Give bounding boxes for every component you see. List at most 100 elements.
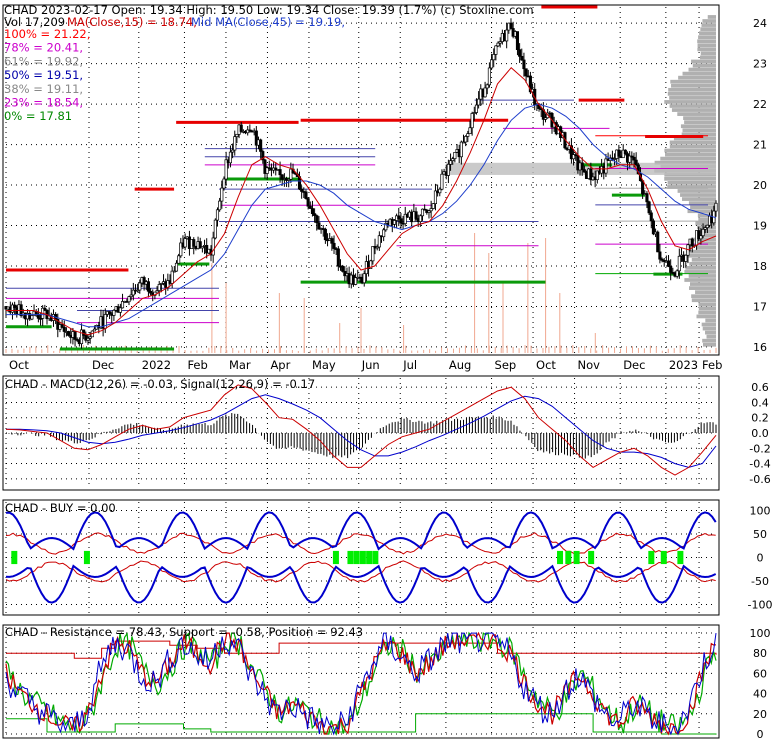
buy-marker [366,550,373,565]
buy-y-tick-label: -50 [751,575,769,588]
candle-body [82,329,86,336]
candle-body [233,136,237,151]
volume-profile-bar [697,43,716,48]
volume-profile-bar [682,71,716,76]
buy-marker [660,550,667,565]
volume-profile-bar [702,338,716,343]
buy-marker [347,550,354,565]
candle-body [466,133,470,137]
buy-marker [557,550,564,565]
x-axis-label: Nov [578,358,601,372]
candle-body [418,215,422,222]
candle-body [645,193,649,203]
candle-body [213,219,217,239]
volume-profile-bar [697,47,716,52]
buy-marker [353,550,360,565]
volume-profile-bar [671,83,716,88]
buy-marker [677,550,684,565]
candle-body [332,242,336,249]
x-axis-label: Jul [402,358,417,372]
volume-profile-bar [688,286,716,290]
candle-body [641,180,645,195]
volume-profile-bar [671,108,716,112]
volume-profile-bar [698,306,716,311]
volume-profile-bar [682,128,716,133]
candle-body [382,229,386,238]
candle-body [477,98,481,106]
volume-profile-bar [667,181,716,185]
x-axis-label: Sep [495,358,517,372]
buy-marker [83,550,90,565]
volume-profile-bar [685,265,716,270]
volume-profile-bar [702,19,716,23]
volume-profile-bar [688,274,716,278]
candle-body [60,324,64,328]
macd-panel-label: CHAD - MACD(12,26) = -0.03, Signal(12,26… [5,377,315,391]
price-y-tick-label: 24 [753,17,767,30]
buy-marker [573,550,580,565]
volume-profile-bar [691,257,716,262]
volume-profile-bar [699,31,716,36]
x-axis-label: Aug [449,358,471,372]
volume-profile-bar [680,124,716,129]
volume-profile-bar [669,96,716,100]
fib-level-label: 61% = 19.92, [4,54,83,68]
candle-body [239,124,243,132]
candle-body [494,45,498,55]
volume-profile-bar [690,282,716,286]
buy-marker [359,550,366,565]
macd-y-tick-label: 0.4 [751,396,769,409]
candle-body [490,59,494,69]
candle-body [485,84,489,89]
fib-level-label: 38% = 19.11, [4,82,83,96]
volume-profile-bar [706,334,716,339]
volume-profile-bar [678,75,716,80]
macd-y-tick-label: 0.0 [751,427,769,440]
candle-body [492,54,496,61]
volume-profile-bar [701,322,716,327]
volume-profile-bar [698,310,716,315]
candle-body [317,222,321,230]
price-y-tick-label: 20 [753,179,767,192]
ma45-label: Mid MA(Close,45) = 19.19, [191,15,345,29]
candle-body [399,218,403,224]
candle-body [157,284,161,291]
x-axis-label: Dec [92,358,114,372]
candle-body [392,220,396,225]
candle-body [30,315,34,320]
position-y-tick-label: 100 [750,627,771,640]
candle-body [675,270,679,277]
buy-marker [372,550,379,565]
position-y-tick-label: 20 [753,708,767,721]
candle-body [330,238,334,244]
volume-profile-bar [697,39,716,44]
candle-body [170,270,174,284]
candle-body [453,151,457,160]
volume-profile-bar [684,120,716,125]
x-axis-label: Jun [361,358,380,372]
candle-body [304,191,308,199]
candle-body [118,307,122,313]
candle-body [658,251,662,260]
candle-body [310,208,314,214]
candle-body [524,68,528,77]
candle-body [496,42,500,47]
volume-profile-bar [696,314,716,319]
candle-body [677,255,681,272]
fib-level-label: 78% = 20.41, [4,41,83,55]
candle-body [656,231,660,253]
position-y-tick-label: 40 [753,688,767,701]
price-y-tick-label: 18 [753,260,767,273]
volume-profile-bar [677,189,716,193]
candle-body [464,136,468,143]
volume-profile-bar [670,79,716,84]
candle-body [371,246,375,262]
candle-body [73,331,77,340]
buy-marker [11,550,18,565]
candle-body [354,277,358,285]
volume-profile-bar [705,318,716,323]
price-y-tick-label: 21 [753,139,767,152]
candle-body [509,22,513,29]
candle-body [684,254,688,262]
candle-body [13,304,17,308]
